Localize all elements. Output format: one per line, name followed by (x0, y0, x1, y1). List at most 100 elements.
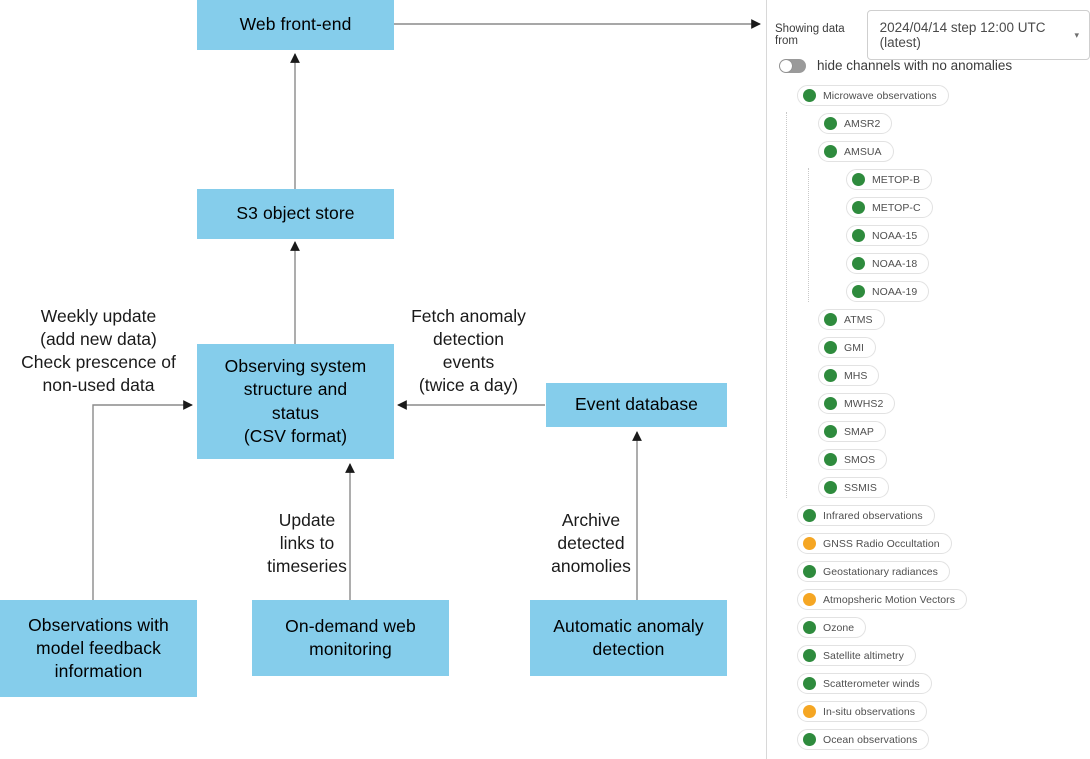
channel-chip[interactable]: Atmopsheric Motion Vectors (797, 589, 968, 610)
status-ok-icon (803, 565, 816, 578)
edge-label-update-links: Update links to timeseries (267, 510, 347, 577)
channel-tree-row: Ocean observations (767, 726, 1090, 754)
status-ok-icon (852, 201, 865, 214)
channel-chip[interactable]: In-situ observations (797, 701, 928, 722)
channel-chip[interactable]: Geostationary radiances (797, 561, 950, 582)
channel-chip[interactable]: GNSS Radio Occultation (797, 533, 952, 554)
channel-tree-row: Microwave observations (767, 82, 1090, 110)
hide-channels-toggle-row: hide channels with no anomalies (779, 58, 1012, 73)
channel-tree-row: SMOS (767, 446, 1090, 474)
channel-label: GNSS Radio Occultation (823, 537, 940, 550)
channel-chip[interactable]: Scatterometer winds (797, 673, 932, 694)
channel-label: Geostationary radiances (823, 565, 938, 578)
status-warning-icon (803, 537, 816, 550)
node-label: S3 object store (236, 203, 355, 224)
channel-tree-row: NOAA-15 (767, 222, 1090, 250)
channel-chip[interactable]: Infrared observations (797, 505, 935, 526)
status-ok-icon (824, 397, 837, 410)
channel-label: Scatterometer winds (823, 677, 920, 690)
status-ok-icon (803, 649, 816, 662)
channel-status-panel: Showing data from 2024/04/14 step 12:00 … (766, 0, 1090, 759)
channel-label: Satellite altimetry (823, 649, 904, 662)
channel-chip[interactable]: Ozone (797, 617, 867, 638)
channel-tree-row: Infrared observations (767, 502, 1090, 530)
status-warning-icon (803, 593, 816, 606)
node-label: On-demand web monitoring (285, 615, 416, 659)
hide-channels-toggle-label: hide channels with no anomalies (817, 58, 1013, 73)
channel-label: AMSR2 (844, 117, 881, 130)
channel-chip[interactable]: GMI (818, 337, 876, 358)
channel-label: MHS (844, 369, 868, 382)
channel-chip[interactable]: ATMS (818, 309, 885, 330)
channel-label: Atmopsheric Motion Vectors (823, 593, 956, 606)
channel-chip[interactable]: Microwave observations (797, 85, 949, 106)
channel-chip[interactable]: SMOS (818, 449, 888, 470)
channel-chip[interactable]: METOP-B (846, 169, 932, 190)
status-warning-icon (803, 705, 816, 718)
toggle-knob (780, 59, 792, 72)
channel-chip[interactable]: MHS (818, 365, 880, 386)
hide-channels-toggle[interactable] (779, 58, 806, 73)
node-automatic-anomaly-detection[interactable]: Automatic anomaly detection (530, 600, 727, 676)
channel-chip[interactable]: NOAA-15 (846, 225, 930, 246)
channel-tree-row: Scatterometer winds (767, 670, 1090, 698)
edge-label-weekly-update: Weekly update (add new data) Check presc… (21, 306, 176, 396)
channel-chip[interactable]: NOAA-18 (846, 253, 930, 274)
channel-label: NOAA-18 (872, 257, 918, 270)
channel-chip[interactable]: METOP-C (846, 197, 933, 218)
channel-tree-row: AMSUA (767, 138, 1090, 166)
channel-label: Ocean observations (823, 733, 918, 746)
showing-data-from-label: Showing data from (775, 23, 845, 47)
channel-label: AMSUA (844, 145, 882, 158)
date-step-select[interactable]: 2024/04/14 step 12:00 UTC (latest) ▾ (866, 10, 1090, 60)
channel-chip[interactable]: NOAA-19 (846, 281, 930, 302)
channel-chip[interactable]: SSMIS (818, 477, 889, 498)
channel-label: GMI (844, 341, 864, 354)
status-ok-icon (824, 425, 837, 438)
status-ok-icon (824, 313, 837, 326)
tree-guide-microwave (786, 112, 787, 498)
channel-tree-row: GMI (767, 334, 1090, 362)
status-ok-icon (852, 257, 865, 270)
channel-label: NOAA-19 (872, 285, 918, 298)
node-label: Event database (574, 394, 699, 415)
channel-tree-row: MWHS2 (767, 390, 1090, 418)
node-event-database[interactable]: Event database (546, 383, 727, 427)
status-ok-icon (824, 481, 837, 494)
date-step-value: 2024/04/14 step 12:00 UTC (latest) (879, 20, 1046, 50)
node-s3-object-store[interactable]: S3 object store (197, 189, 394, 239)
channel-label: METOP-C (872, 201, 921, 214)
status-ok-icon (803, 733, 816, 746)
node-on-demand-web-monitoring[interactable]: On-demand web monitoring (252, 600, 449, 676)
channel-tree-row: METOP-B (767, 166, 1090, 194)
architecture-diagram: Web front-end S3 object store Observing … (0, 0, 766, 759)
status-ok-icon (803, 621, 816, 634)
node-label: Observations with model feedback informa… (28, 614, 169, 682)
channel-chip[interactable]: Ocean observations (797, 729, 930, 750)
node-observing-system[interactable]: Observing system structure and status (C… (197, 344, 394, 459)
channel-chip[interactable]: MWHS2 (818, 393, 896, 414)
channel-label: ATMS (844, 313, 873, 326)
tree-guide-amsua (808, 168, 809, 302)
edge-label-archive-anomalies: Archive detected anomolies (551, 510, 631, 577)
channel-tree-row: In-situ observations (767, 698, 1090, 726)
channel-label: Infrared observations (823, 509, 923, 522)
channel-tree: Microwave observations AMSR2 AMSUA METOP-B M… (767, 82, 1090, 754)
channel-label: SMOS (844, 453, 876, 466)
channel-tree-row: Satellite altimetry (767, 642, 1090, 670)
node-web-front-end[interactable]: Web front-end (197, 0, 394, 50)
channel-label: Ozone (823, 621, 855, 634)
channel-chip[interactable]: SMAP (818, 421, 886, 442)
channel-tree-row: GNSS Radio Occultation (767, 530, 1090, 558)
status-ok-icon (824, 145, 837, 158)
channel-label: NOAA-15 (872, 229, 918, 242)
screen: Web front-end S3 object store Observing … (0, 0, 1090, 759)
showing-data-from-row: Showing data from 2024/04/14 step 12:00 … (775, 10, 1090, 60)
channel-label: MWHS2 (844, 397, 884, 410)
channel-chip[interactable]: AMSUA (818, 141, 894, 162)
node-observations-with-model-feedback[interactable]: Observations with model feedback informa… (0, 600, 197, 697)
channel-chip[interactable]: AMSR2 (818, 113, 893, 134)
node-label: Web front-end (239, 14, 352, 35)
status-ok-icon (824, 453, 837, 466)
channel-chip[interactable]: Satellite altimetry (797, 645, 916, 666)
